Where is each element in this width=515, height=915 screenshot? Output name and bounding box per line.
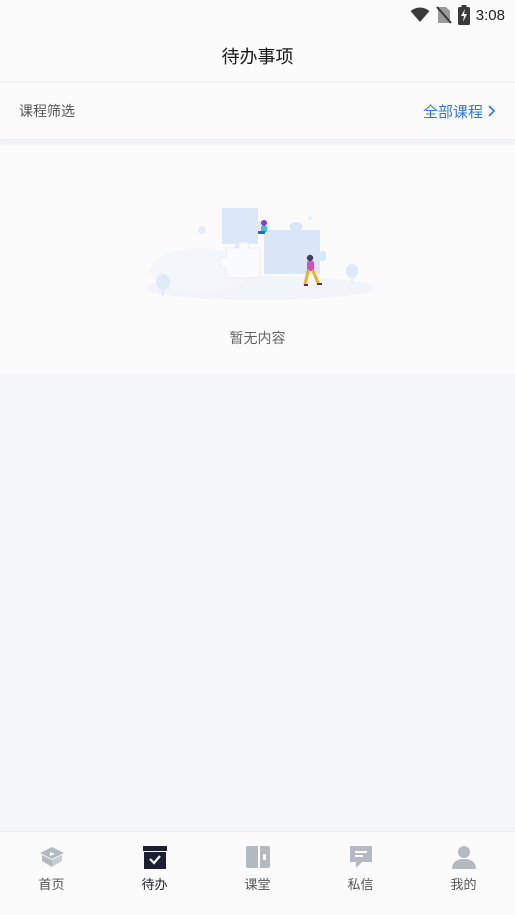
tab-label: 课堂 <box>244 878 271 893</box>
message-icon <box>349 846 372 868</box>
tab-label: 首页 <box>38 878 65 893</box>
todo-check-icon <box>142 846 167 869</box>
tab-label: 我的 <box>450 878 477 893</box>
page-title: 待办事项 <box>221 46 294 68</box>
page-header: 待办事项 <box>0 30 515 82</box>
classroom-icon <box>245 846 270 868</box>
course-filter-select[interactable]: 全部课程 <box>423 101 496 122</box>
profile-icon <box>451 846 476 869</box>
home-book-icon <box>39 847 64 867</box>
bottom-tab-bar: 首页 待办 课堂 私信 我的 <box>0 831 515 915</box>
tab-classroom[interactable]: 课堂 <box>206 832 309 915</box>
empty-message: 暂无内容 <box>229 331 286 347</box>
chevron-right-icon <box>488 105 496 117</box>
empty-state-panel: 暂无内容 <box>0 145 515 374</box>
course-filter-bar: 课程筛选 全部课程 <box>0 83 515 139</box>
tab-home[interactable]: 首页 <box>0 832 103 915</box>
tab-label: 私信 <box>347 878 374 893</box>
no-sim-icon <box>436 6 452 24</box>
tab-profile[interactable]: 我的 <box>412 832 515 915</box>
tab-todo[interactable]: 待办 <box>103 832 206 915</box>
course-filter-label: 课程筛选 <box>19 104 75 120</box>
status-time: 3:08 <box>475 6 505 24</box>
puzzle-illustration-icon <box>145 208 375 300</box>
battery-charging-icon <box>457 5 470 25</box>
course-filter-value: 全部课程 <box>422 102 483 121</box>
status-icons: 3:08 <box>410 4 505 26</box>
wifi-icon <box>410 7 430 22</box>
tab-label: 待办 <box>141 878 168 893</box>
status-bar: 3:08 <box>0 0 515 30</box>
tab-messages[interactable]: 私信 <box>309 832 412 915</box>
